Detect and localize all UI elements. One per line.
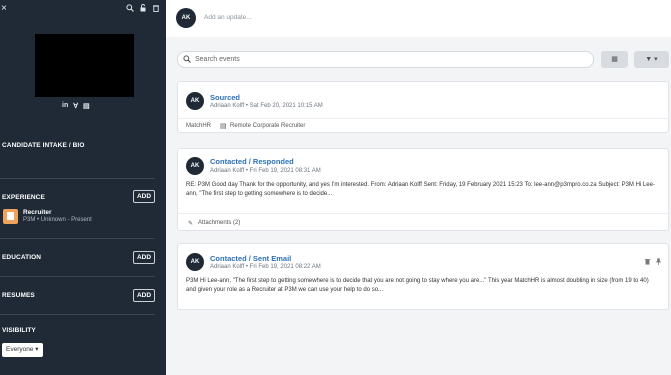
avatar: AK <box>186 253 204 271</box>
event-card[interactable]: AK Contacted / Sent Email Adriaan Kolff … <box>177 243 669 310</box>
trash-icon[interactable] <box>644 258 651 267</box>
filter-button[interactable]: ▼ ▾ <box>634 51 669 68</box>
section-title-education: EDUCATION <box>2 254 42 261</box>
linkedin-icon[interactable]: in <box>62 102 68 110</box>
search-icon <box>183 55 191 65</box>
event-job[interactable]: Remote Corporate Recruiter <box>230 123 305 129</box>
sidebar-tools <box>126 4 160 13</box>
add-resume-button[interactable]: ADD <box>133 289 155 302</box>
candidate-sidebar: × in ∀ ▤ CANDIDATE INTAKE / BIO EXPERIEN… <box>0 0 166 375</box>
avatar: AK <box>186 92 204 110</box>
event-body: P3M Hi Lee-ann, "The first step to getti… <box>186 278 649 293</box>
visibility-select[interactable]: Everyone ▾ <box>2 343 43 357</box>
section-title-intake[interactable]: CANDIDATE INTAKE / BIO <box>2 142 85 149</box>
experience-title: Recruiter <box>23 209 52 216</box>
divider <box>0 314 155 315</box>
document-icon[interactable]: ▤ <box>83 102 90 110</box>
event-meta: Adriaan Kolff • Fri Feb 19, 2021 08:31 A… <box>210 168 321 174</box>
event-card[interactable]: AK Contacted / Responded Adriaan Kolff •… <box>177 148 669 231</box>
experience-subtitle: P3M • Unknown - Present <box>23 217 92 223</box>
social-links: in ∀ ▤ <box>62 102 90 110</box>
experience-item[interactable]: Recruiter P3M • Unknown - Present <box>3 209 92 224</box>
filter-link-icon[interactable]: ∀ <box>73 102 78 110</box>
event-meta: Adriaan Kolff • Sat Feb 20, 2021 10:15 A… <box>210 103 323 109</box>
search-placeholder: Search events <box>195 56 240 63</box>
close-icon[interactable]: × <box>1 2 7 16</box>
divider <box>0 238 155 239</box>
event-title[interactable]: Sourced <box>210 93 240 102</box>
event-card[interactable]: AK Sourced Adriaan Kolff • Sat Feb 20, 2… <box>177 81 669 133</box>
avatar: AK <box>176 8 196 28</box>
add-experience-button[interactable]: ADD <box>133 190 155 203</box>
update-composer: AK Add an update... <box>166 0 671 37</box>
job-icon: ▤ <box>220 123 227 130</box>
section-title-visibility: VISIBILITY <box>2 327 36 334</box>
event-footer: ✎ Attachments (2) <box>178 213 668 232</box>
divider <box>0 276 155 277</box>
pin-icon[interactable] <box>655 258 662 267</box>
section-title-resumes: RESUMES <box>2 292 35 299</box>
update-input[interactable]: Add an update... <box>204 14 252 21</box>
event-footer: MatchHR ▤ Remote Corporate Recruiter <box>178 118 668 134</box>
trash-icon[interactable] <box>152 4 160 13</box>
candidate-photo <box>35 34 134 97</box>
search-icon[interactable] <box>126 4 134 13</box>
sidebar-toolbar: × <box>0 2 166 16</box>
add-education-button[interactable]: ADD <box>133 251 155 264</box>
attachments-link[interactable]: Attachments (2) <box>198 220 240 226</box>
avatar: AK <box>186 157 204 175</box>
lock-icon[interactable] <box>139 4 147 13</box>
calendar-icon: ▦ <box>611 56 618 63</box>
paperclip-icon: ✎ <box>188 221 194 227</box>
briefcase-icon <box>3 209 18 224</box>
event-tools <box>644 258 662 267</box>
event-meta: Adriaan Kolff • Fri Feb 19, 2021 08:22 A… <box>210 264 321 270</box>
event-title[interactable]: Contacted / Responded <box>210 157 294 166</box>
divider <box>0 178 155 179</box>
search-input[interactable]: Search events <box>177 51 594 68</box>
filter-icon: ▼ ▾ <box>645 56 658 63</box>
calendar-button[interactable]: ▦ <box>601 51 628 68</box>
section-title-experience: EXPERIENCE <box>2 194 45 201</box>
event-title[interactable]: Contacted / Sent Email <box>210 254 291 263</box>
event-body: RE: P3M Good day Thank for the opportuni… <box>186 182 655 197</box>
event-source: MatchHR <box>186 123 212 129</box>
activity-feed: AK Add an update... Search events ▦ ▼ ▾ … <box>166 0 671 375</box>
